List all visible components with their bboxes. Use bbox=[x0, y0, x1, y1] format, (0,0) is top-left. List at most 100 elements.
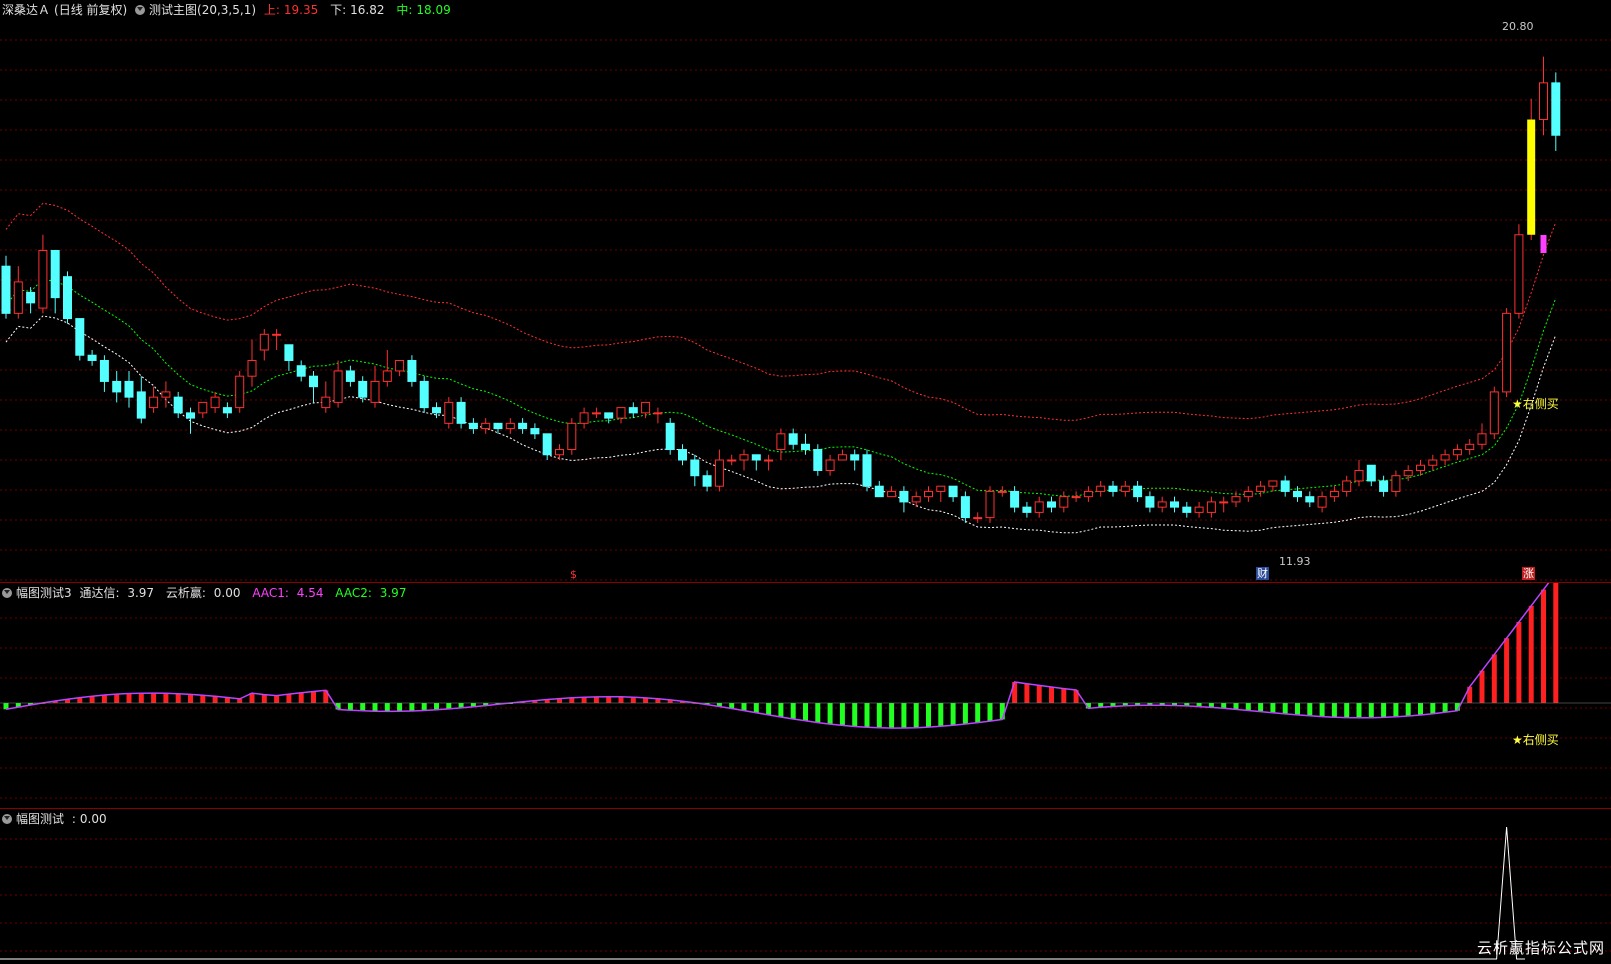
mid-value: 18.09 bbox=[416, 3, 451, 17]
candle-body bbox=[678, 449, 687, 461]
candle-body bbox=[1428, 459, 1438, 466]
candle-body bbox=[50, 249, 60, 299]
candle-body bbox=[210, 396, 220, 409]
histogram-bar bbox=[618, 696, 624, 703]
sub2-value: 0.00 bbox=[79, 812, 107, 826]
histogram-bar bbox=[876, 703, 882, 728]
candle-body bbox=[296, 365, 306, 377]
histogram-bar bbox=[1049, 687, 1054, 703]
candle-body bbox=[419, 380, 429, 409]
histogram-bar bbox=[434, 703, 439, 710]
histogram-bar bbox=[89, 696, 95, 703]
histogram-bar bbox=[1061, 688, 1067, 703]
candle-body bbox=[1366, 464, 1376, 482]
histogram-bar bbox=[1504, 638, 1510, 703]
aac1-value: 4.54 bbox=[296, 586, 324, 600]
candle-body bbox=[444, 401, 454, 424]
histogram-bar bbox=[1442, 703, 1448, 713]
grid-lines bbox=[0, 838, 1611, 952]
candle-body bbox=[259, 333, 269, 351]
histogram-bar bbox=[950, 703, 956, 726]
histogram-bar bbox=[766, 703, 772, 715]
candle-body bbox=[1280, 480, 1290, 492]
candle-body bbox=[333, 370, 343, 403]
histogram-bar bbox=[1368, 703, 1374, 718]
histogram-bar bbox=[298, 692, 304, 703]
candle-body bbox=[456, 401, 466, 424]
candle-body bbox=[1539, 82, 1548, 121]
indicator-menu-icon[interactable] bbox=[135, 5, 146, 15]
candle-body bbox=[530, 428, 540, 435]
rise-marker[interactable]: 涨 bbox=[1522, 567, 1535, 580]
candle-body bbox=[1047, 501, 1056, 508]
sub-chart-1-panel[interactable]: 幅图测试3 通达信: 3.97 云析赢: 0.00 AAC1: 4.54 AAC… bbox=[0, 583, 1611, 809]
histogram-bar bbox=[1024, 683, 1030, 703]
candle-body bbox=[1489, 391, 1499, 435]
candle-body bbox=[1293, 490, 1302, 498]
candle-body bbox=[321, 396, 331, 409]
candle-body bbox=[862, 454, 872, 487]
candle-body bbox=[727, 459, 737, 462]
indicator-name[interactable]: 测试主图(20,3,5,1) bbox=[149, 3, 256, 17]
candle-body bbox=[247, 359, 257, 377]
histogram-bar bbox=[913, 703, 919, 728]
candle-body bbox=[1440, 454, 1450, 461]
histogram-bars bbox=[3, 583, 1559, 729]
histogram-bar bbox=[1405, 703, 1411, 717]
histogram-bar bbox=[1036, 685, 1042, 703]
candle-body bbox=[604, 412, 614, 419]
histogram-bar bbox=[975, 703, 981, 723]
candle-body bbox=[1391, 475, 1401, 492]
candle-body bbox=[874, 485, 884, 498]
histogram-bar bbox=[901, 703, 907, 729]
histogram-bar bbox=[815, 703, 821, 723]
sub-chart-2-panel[interactable]: 幅图测试 :0.00 云析赢指标公式网 bbox=[0, 809, 1611, 964]
candle-body bbox=[1145, 496, 1155, 508]
sub2-title[interactable]: 幅图测试 bbox=[16, 812, 64, 826]
histogram-bar bbox=[1233, 703, 1239, 710]
histogram-bar bbox=[864, 703, 870, 728]
yxy-label: 云析赢: bbox=[165, 586, 206, 600]
candle-body bbox=[555, 449, 564, 456]
lower-label: 下: bbox=[330, 3, 347, 17]
candle-body bbox=[1465, 443, 1475, 451]
grid-lines bbox=[0, 39, 1611, 581]
candle-body bbox=[518, 422, 528, 430]
candle-body bbox=[1502, 312, 1512, 393]
finance-marker[interactable]: 财 bbox=[1256, 567, 1269, 580]
histogram-bar bbox=[581, 697, 587, 703]
tdx-value: 3.97 bbox=[127, 586, 155, 600]
histogram-bar bbox=[114, 694, 120, 703]
candle-body bbox=[665, 422, 675, 451]
candle-body bbox=[75, 318, 85, 356]
candle-body bbox=[1256, 485, 1266, 492]
candle-body bbox=[173, 396, 183, 414]
candle-body bbox=[924, 490, 933, 498]
candle-body bbox=[739, 454, 749, 461]
candle-body bbox=[87, 354, 97, 361]
low-price-label: 11.93 bbox=[1279, 555, 1311, 568]
histogram-bar bbox=[1516, 622, 1522, 703]
candle-body bbox=[468, 422, 478, 430]
candle-body bbox=[1194, 506, 1204, 513]
candle-body bbox=[112, 380, 122, 393]
dollar-marker[interactable]: $ bbox=[570, 568, 577, 581]
candle-body bbox=[1551, 82, 1561, 136]
histogram-bar bbox=[1553, 583, 1559, 703]
sub1-menu-icon[interactable] bbox=[2, 588, 12, 598]
candle-body bbox=[395, 359, 405, 372]
histogram-bar bbox=[347, 703, 353, 711]
candle-body bbox=[272, 333, 282, 336]
candle-body bbox=[641, 401, 651, 414]
stock-name: 深桑达Ａ bbox=[2, 3, 51, 17]
candle-body bbox=[899, 490, 909, 503]
candle-body bbox=[714, 459, 724, 487]
sub2-menu-icon[interactable] bbox=[2, 814, 12, 824]
histogram-bar bbox=[175, 693, 181, 703]
sub1-title[interactable]: 幅图测试3 bbox=[16, 586, 72, 600]
candle-body bbox=[1342, 480, 1352, 492]
candle-body bbox=[161, 391, 171, 398]
candle-body bbox=[222, 407, 232, 414]
main-chart-panel[interactable]: 深桑达Ａ (日线 前复权) 测试主图(20,3,5,1) 上: 19.35 下: 16… bbox=[0, 0, 1611, 583]
candle-body bbox=[1354, 469, 1364, 482]
